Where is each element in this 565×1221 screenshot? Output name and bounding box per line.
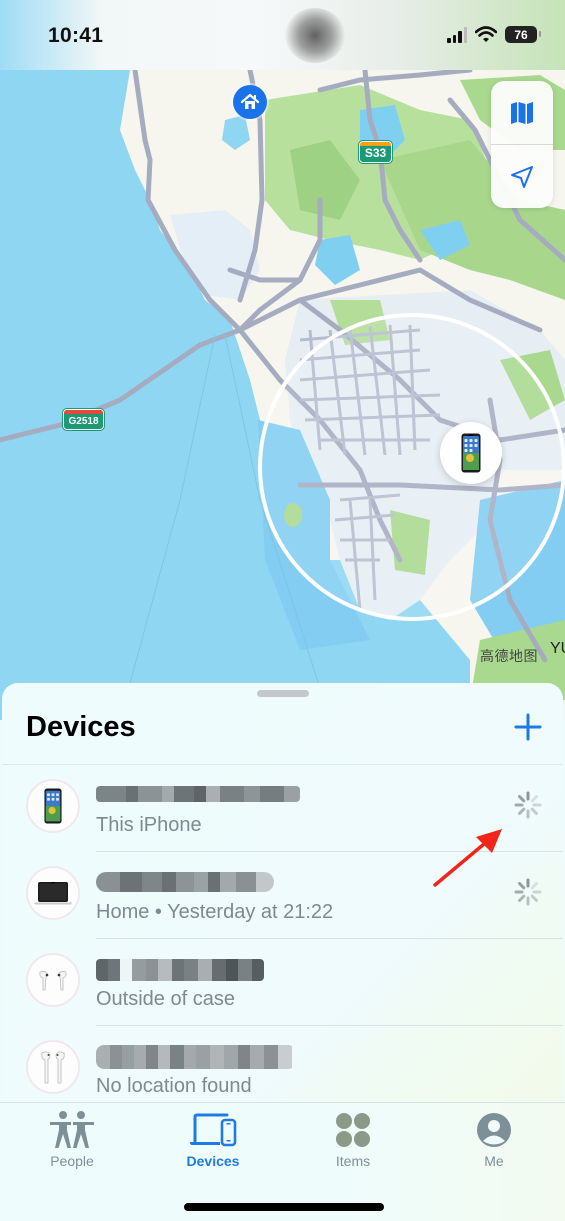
- highway-shield-label: S33: [364, 146, 387, 160]
- add-device-button[interactable]: [512, 711, 544, 743]
- locate-button[interactable]: [491, 145, 553, 208]
- house-icon: [240, 93, 260, 109]
- items-icon: [336, 1113, 370, 1147]
- spinner-spoke: [518, 795, 526, 803]
- status-bar: 10:41 76: [0, 0, 565, 70]
- tab-items[interactable]: Items: [303, 1109, 403, 1169]
- airpods-pro-icon: [39, 971, 67, 991]
- status-icons: 76: [447, 26, 541, 43]
- device-name-redacted: [96, 1045, 296, 1069]
- map-place-label: YU: [550, 640, 565, 657]
- battery-indicator: 76: [505, 26, 541, 43]
- map-canvas[interactable]: [0, 0, 565, 720]
- tab-bar: People Devices Items Me: [0, 1102, 565, 1221]
- plus-icon: [514, 713, 542, 741]
- map-controls: [491, 81, 553, 208]
- device-name-redacted: [96, 786, 300, 802]
- device-status: This iPhone: [96, 814, 202, 836]
- device-status: Home • Yesterday at 21:22: [96, 901, 334, 923]
- device-location-pin[interactable]: [440, 422, 502, 484]
- spinner-spoke: [530, 795, 538, 803]
- device-status: Outside of case: [96, 988, 235, 1010]
- spinner-spoke: [530, 894, 538, 902]
- location-arrow-icon: [511, 165, 533, 188]
- cellular-signal-icon: [447, 26, 467, 43]
- device-avatar: [26, 1040, 80, 1094]
- status-time: 10:41: [48, 24, 104, 47]
- spinner-spoke: [530, 882, 538, 890]
- highway-shield-g2518: G2518: [63, 409, 104, 430]
- spinner-spoke: [518, 882, 526, 890]
- device-avatar: [26, 779, 80, 833]
- tab-label: Devices: [186, 1153, 240, 1169]
- airpods-icon: [41, 1051, 65, 1084]
- tab-people[interactable]: People: [22, 1109, 122, 1169]
- devices-icon: [190, 1113, 237, 1147]
- loading-spinner-icon: [513, 790, 543, 825]
- map-view[interactable]: S33 G2518 高德地图 YU: [0, 0, 565, 720]
- tab-devices[interactable]: Devices: [163, 1109, 263, 1169]
- tab-label: Me: [484, 1153, 504, 1169]
- map-mode-button[interactable]: [491, 81, 553, 144]
- device-name-redacted: [96, 959, 264, 981]
- annotation-arrow-icon: [433, 829, 502, 887]
- device-list: This iPhone Home • Yesterday at 21:22 Ou…: [2, 765, 563, 1113]
- spinner-spoke: [530, 807, 538, 815]
- spinner-spoke: [518, 894, 526, 902]
- spinner-spoke: [518, 807, 526, 815]
- loading-spinner-icon: [513, 877, 543, 912]
- device-row-airpods-pro[interactable]: Outside of case: [2, 939, 563, 1026]
- person-circle-icon: [477, 1113, 511, 1147]
- device-avatar: [26, 953, 80, 1007]
- dynamic-island-blur: [285, 8, 345, 63]
- device-avatar: [26, 866, 80, 920]
- home-location-pin[interactable]: [233, 85, 267, 119]
- map-attribution: 高德地图: [480, 648, 538, 664]
- tab-label: Items: [335, 1153, 371, 1169]
- location-accuracy-circle: [258, 313, 565, 621]
- device-row-airpods[interactable]: No location found: [2, 1026, 563, 1113]
- wifi-icon: [475, 26, 497, 42]
- highway-shield-s33: S33: [359, 141, 392, 163]
- iphone-icon: [44, 788, 62, 824]
- device-name-redacted: [96, 872, 274, 892]
- sheet-grabber[interactable]: [257, 690, 309, 697]
- device-status: No location found: [96, 1075, 252, 1097]
- iphone-icon: [461, 433, 481, 473]
- home-indicator: [184, 1203, 384, 1211]
- tab-me[interactable]: Me: [444, 1109, 544, 1169]
- map-icon: [511, 101, 533, 124]
- people-icon: [50, 1111, 94, 1148]
- tab-label: People: [50, 1153, 94, 1169]
- highway-shield-label: G2518: [68, 416, 99, 427]
- macbook-icon: [34, 882, 72, 905]
- sheet-title: Devices: [26, 711, 136, 743]
